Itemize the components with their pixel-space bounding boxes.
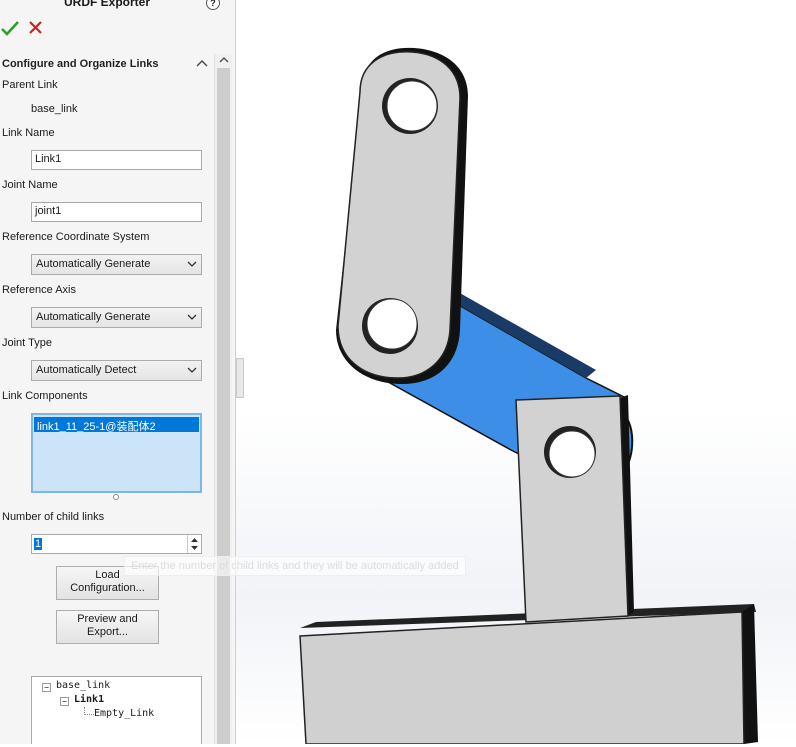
- base-link-part: [299, 604, 758, 745]
- scroll-up-arrow-icon[interactable]: [218, 54, 230, 66]
- load-configuration-label-line2: Configuration...: [70, 582, 145, 594]
- link-tree[interactable]: − base_link − Link1 Empty_Link: [31, 676, 202, 744]
- collapse-node-icon[interactable]: −: [60, 697, 69, 706]
- panel-scrollbar[interactable]: [214, 54, 232, 744]
- parent-link-value: base_link: [31, 103, 78, 115]
- stepper-buttons: [187, 535, 201, 553]
- link-components-label: Link Components: [2, 390, 88, 402]
- chevron-down-icon: [187, 261, 197, 267]
- tooltip: Enter the number of child links and they…: [124, 556, 466, 576]
- reference-axis-value: Automatically Generate: [36, 311, 151, 323]
- panel-title: URDF Exporter: [63, 0, 150, 9]
- decrement-arrow-icon[interactable]: [190, 545, 199, 551]
- joint-type-label: Joint Type: [2, 337, 52, 349]
- tree-node-empty-link[interactable]: Empty_Link: [94, 708, 154, 719]
- joint-type-value: Automatically Detect: [36, 364, 137, 376]
- reference-coordinate-value: Automatically Generate: [36, 258, 151, 270]
- reference-axis-dropdown[interactable]: Automatically Generate: [31, 307, 202, 328]
- joint-type-dropdown[interactable]: Automatically Detect: [31, 360, 202, 381]
- increment-arrow-icon[interactable]: [190, 537, 199, 543]
- panel-splitter[interactable]: [236, 358, 244, 398]
- child-links-value[interactable]: 1: [34, 538, 43, 550]
- preview-export-label-line2: Export...: [87, 626, 128, 638]
- chevron-up-icon[interactable]: [196, 58, 208, 70]
- checkmark-icon[interactable]: [0, 18, 20, 38]
- 3d-viewport[interactable]: [236, 0, 796, 745]
- list-resize-handle[interactable]: [113, 494, 119, 500]
- robot-model[interactable]: [236, 0, 796, 745]
- joint-name-field[interactable]: joint1: [31, 202, 202, 222]
- chevron-down-icon: [187, 367, 197, 373]
- list-item[interactable]: link1_11_25-1@装配体2: [34, 417, 199, 433]
- upper-link-part: [336, 47, 468, 384]
- joint-name-label: Joint Name: [2, 179, 58, 191]
- tree-node-link1[interactable]: Link1: [74, 694, 104, 705]
- tree-node-base-link[interactable]: base_link: [56, 680, 110, 691]
- reference-axis-label: Reference Axis: [2, 284, 76, 296]
- help-icon[interactable]: ?: [206, 0, 220, 10]
- link-components-list[interactable]: link1_11_25-1@装配体2: [31, 413, 202, 493]
- property-manager-panel: URDF Exporter ? Configure and Organize L…: [0, 0, 236, 744]
- child-links-stepper[interactable]: 1: [31, 534, 202, 554]
- child-links-label: Number of child links: [2, 511, 105, 523]
- link-name-label: Link Name: [2, 127, 55, 139]
- section-title: Configure and Organize Links: [2, 58, 159, 70]
- collapse-node-icon[interactable]: −: [42, 683, 51, 692]
- reference-coordinate-label: Reference Coordinate System: [2, 231, 150, 243]
- scrollbar-thumb[interactable]: [217, 68, 230, 744]
- tree-connector: [84, 707, 94, 715]
- parent-link-label: Parent Link: [2, 79, 58, 91]
- preview-export-button[interactable]: Preview and Export...: [56, 610, 159, 644]
- x-icon[interactable]: [26, 18, 46, 38]
- chevron-down-icon: [187, 314, 197, 320]
- preview-export-label-line1: Preview and: [77, 613, 138, 625]
- upright-plate-part: [515, 395, 634, 623]
- link-name-field[interactable]: Link1: [31, 150, 202, 170]
- reference-coordinate-dropdown[interactable]: Automatically Generate: [31, 254, 202, 275]
